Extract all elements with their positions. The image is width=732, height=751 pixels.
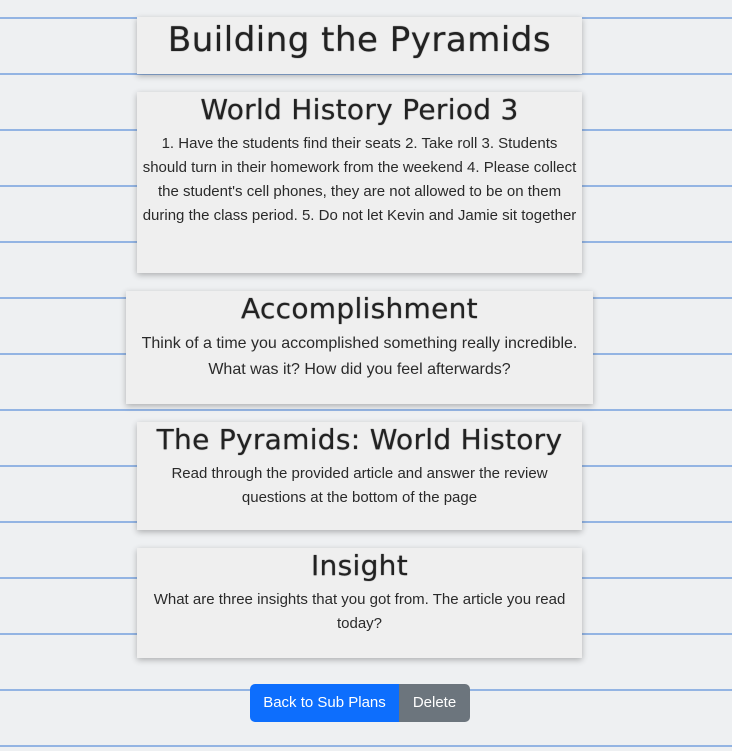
delete-button[interactable]: Delete (399, 684, 470, 722)
section-card-insight: Insight What are three insights that you… (137, 548, 582, 658)
page-title-card: Building the Pyramids (137, 17, 582, 74)
section-heading: Insight (311, 549, 408, 582)
section-heading: Accomplishment (241, 292, 478, 325)
section-card-world-history: World History Period 3 1. Have the stude… (137, 92, 582, 273)
section-body: What are three insights that you got fro… (153, 591, 566, 632)
section-card-accomplishment: Accomplishment Think of a time you accom… (126, 291, 593, 404)
section-body: Think of a time you accomplished somethi… (141, 335, 578, 378)
section-body: 1. Have the students find their seats 2.… (142, 135, 577, 224)
page-title: Building the Pyramids (167, 20, 552, 60)
section-body: Read through the provided article and an… (171, 465, 548, 506)
section-card-pyramids: The Pyramids: World History Read through… (137, 422, 582, 530)
section-heading: The Pyramids: World History (156, 423, 563, 456)
back-to-sub-plans-button[interactable]: Back to Sub Plans (250, 684, 399, 722)
action-button-group: Back to Sub Plans Delete (250, 684, 470, 722)
section-heading: World History Period 3 (200, 93, 519, 126)
